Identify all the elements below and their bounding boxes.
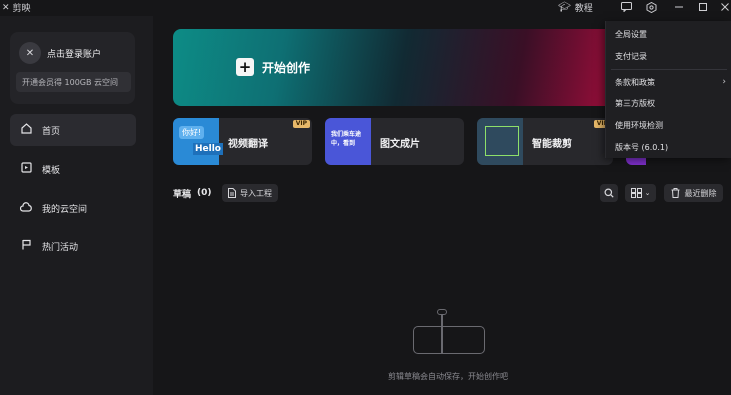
card-label: 视频翻译: [228, 139, 268, 150]
plus-icon: +: [236, 58, 254, 76]
empty-box-shape: [413, 326, 485, 354]
title-bar: ✕ 剪映 🎓︎ 教程: [0, 0, 731, 16]
sidebar: ✕ 点击登录账户 开通会员得 100GB 云空间 首页 模板 我的云空间 热门活…: [0, 16, 153, 395]
vip-badge: VIP: [292, 120, 310, 128]
profile-card[interactable]: ✕ 点击登录账户 开通会员得 100GB 云空间: [10, 32, 135, 104]
app-name: 剪映: [12, 4, 31, 14]
start-creating-content[interactable]: + 开始创作: [236, 58, 310, 76]
start-creating-label: 开始创作: [262, 60, 311, 75]
sidebar-item-label: 我的云空间: [42, 204, 88, 215]
import-project-button[interactable]: 导入工程: [222, 184, 278, 202]
empty-stem-shape: [441, 309, 443, 353]
flag-icon: [20, 239, 32, 253]
thumb-bubble: 你好!: [179, 126, 205, 139]
menu-item-label: 条款和政策: [615, 77, 655, 87]
template-icon: [20, 162, 32, 176]
sidebar-item-label: 热门活动: [42, 242, 79, 253]
drafts-title: 草稿: [173, 189, 192, 200]
empty-head-shape: [437, 309, 447, 315]
login-link[interactable]: 点击登录账户: [47, 47, 101, 60]
tutorial-label: 教程: [574, 4, 593, 14]
card-label: 图文成片: [380, 139, 420, 150]
menu-item-version[interactable]: 版本号 (6.0.1): [606, 137, 731, 157]
trash-icon: [671, 188, 679, 198]
drafts-header: 草稿 (0): [173, 184, 212, 202]
search-button[interactable]: [600, 184, 618, 202]
smart-crop-thumbnail: [477, 118, 523, 165]
video-translate-card[interactable]: 你好! Hello 视频翻译 VIP: [173, 118, 312, 165]
sidebar-item-template[interactable]: 模板: [10, 153, 136, 185]
minimize-icon[interactable]: [672, 0, 686, 14]
drafts-count: (0): [197, 188, 212, 198]
menu-item-payment-records[interactable]: 支付记录: [606, 46, 731, 66]
search-icon: [604, 188, 614, 198]
document-icon: [228, 188, 236, 198]
empty-state-text: 剪辑草稿会自动保存，开始创作吧: [388, 372, 508, 381]
tutorial-button[interactable]: 🎓︎ 教程: [558, 1, 593, 14]
avatar[interactable]: ✕: [19, 42, 41, 64]
close-icon[interactable]: [718, 0, 731, 14]
maximize-icon[interactable]: [696, 0, 710, 14]
sidebar-item-home[interactable]: 首页: [10, 114, 136, 146]
sidebar-item-label: 首页: [42, 126, 61, 137]
app-window: ✕ 剪映 🎓︎ 教程 ✕ 点击登录账户 开通会员得 100GB 云空间 首页 模…: [0, 0, 731, 395]
crop-frame: [485, 126, 519, 156]
chevron-right-icon: ›: [722, 77, 726, 87]
thumb-hello: Hello: [193, 143, 223, 155]
text-to-video-thumbnail: 我们乘车途中，看到: [325, 118, 371, 165]
feedback-icon[interactable]: [619, 0, 633, 14]
app-logo: ✕ 剪映: [2, 1, 31, 15]
thumb-text: 我们乘车途中，看到: [331, 131, 362, 147]
menu-item-global-settings[interactable]: 全局设置: [606, 24, 731, 44]
settings-icon[interactable]: [644, 0, 658, 14]
text-to-video-card[interactable]: 我们乘车途中，看到 图文成片: [325, 118, 464, 165]
settings-dropdown-menu: 全局设置 支付记录 条款和政策 › 第三方版权 使用环境检测 版本号 (6.0.…: [605, 21, 731, 158]
sidebar-item-activities[interactable]: 热门活动: [10, 230, 136, 262]
menu-divider: [611, 69, 727, 70]
card-label: 智能裁剪: [532, 139, 572, 150]
user-logo-icon: ✕: [25, 47, 35, 59]
chevron-down-icon: ⌄: [644, 189, 651, 197]
capcut-logo-icon: ✕: [2, 2, 10, 13]
sidebar-item-label: 模板: [42, 165, 61, 176]
import-label: 导入工程: [240, 188, 272, 198]
sidebar-item-cloud[interactable]: 我的云空间: [10, 192, 136, 224]
view-toggle-button[interactable]: ⌄: [625, 184, 656, 202]
menu-item-third-party-copyright[interactable]: 第三方版权: [606, 93, 731, 113]
graduation-cap-icon: 🎓︎: [558, 2, 571, 13]
smart-crop-card[interactable]: 智能裁剪 VIP: [477, 118, 613, 165]
recent-delete-label: 最近删除: [684, 188, 717, 198]
menu-item-terms-policy[interactable]: 条款和政策 ›: [606, 72, 731, 92]
recent-delete-button[interactable]: 最近删除: [664, 184, 723, 202]
home-icon: [20, 123, 32, 137]
member-promo-button[interactable]: 开通会员得 100GB 云空间: [16, 72, 131, 92]
cloud-icon: [19, 201, 32, 215]
video-translate-thumbnail: 你好! Hello: [173, 118, 223, 165]
grid-view-icon: [630, 188, 642, 198]
menu-item-environment-check[interactable]: 使用环境检测: [606, 115, 731, 135]
